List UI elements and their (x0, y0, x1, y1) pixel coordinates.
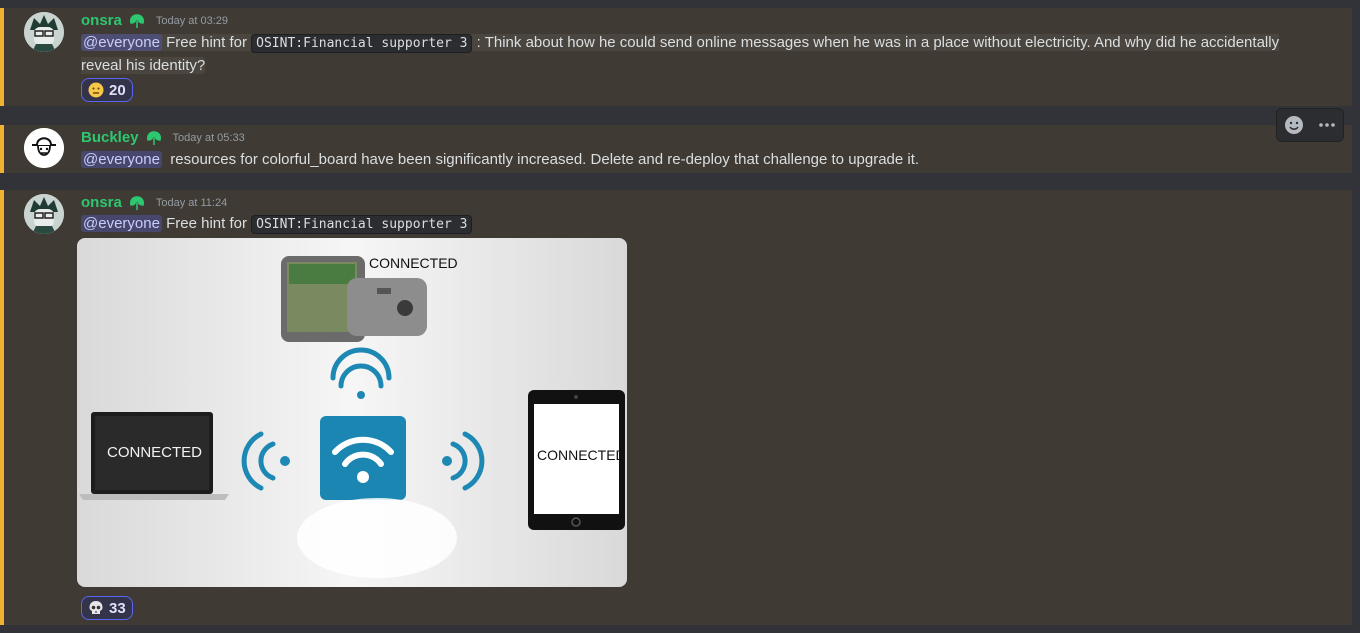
server-booster-icon (129, 13, 144, 28)
more-options-icon[interactable] (1315, 113, 1339, 137)
server-booster-icon (129, 195, 144, 210)
timestamp: Today at 05:33 (172, 131, 245, 144)
reaction-count: 33 (109, 599, 126, 617)
avatar[interactable] (24, 194, 64, 234)
everyone-mention[interactable]: @everyone (81, 151, 162, 168)
timestamp: Today at 11:24 (155, 196, 228, 209)
avatar[interactable] (24, 128, 64, 168)
inline-code: OSINT:Financial supporter 3 (251, 34, 473, 53)
router-icon (320, 416, 406, 500)
message-text: Free hint for (166, 34, 247, 51)
everyone-mention[interactable]: @everyone (81, 34, 162, 51)
message-onsra-1: onsra Today at 03:29 @everyone Free hint… (0, 8, 1352, 106)
avatar[interactable] (24, 12, 64, 52)
add-reaction-icon[interactable] (1282, 113, 1306, 137)
message-text: reveal his identity? (81, 57, 206, 74)
tablet-connected-label: CONNECTED (537, 447, 626, 463)
inline-code: OSINT:Financial supporter 3 (251, 215, 473, 234)
message-text: Free hint for (166, 215, 247, 232)
skull-icon (89, 601, 103, 614)
laptop-connected-label: CONNECTED (107, 444, 202, 461)
username[interactable]: onsra (81, 194, 122, 211)
neutral-face-icon (88, 82, 104, 98)
message-text: resources for colorful_board have been s… (170, 151, 920, 168)
message-body: @everyone Free hint for OSINT:Financial … (81, 34, 1280, 74)
reaction-skull[interactable]: 33 (81, 596, 133, 620)
server-booster-icon (146, 130, 161, 145)
wifi-signal-right-icon (442, 431, 485, 491)
message-buckley: Buckley Today at 05:33 @everyone resourc… (0, 125, 1352, 173)
wifi-signal-icon (330, 347, 392, 399)
everyone-mention[interactable]: @everyone (81, 215, 162, 232)
phone-connected-label: CONNECTED (369, 255, 458, 271)
wifi-signal-left-icon (241, 431, 290, 491)
message-text: : Think about how he could send online m… (476, 34, 1280, 51)
timestamp: Today at 03:29 (155, 14, 229, 27)
username[interactable]: Buckley (81, 129, 139, 146)
username[interactable]: onsra (81, 12, 122, 29)
image-attachment[interactable]: CONNECTED CONNECTED CONNECTED (77, 238, 627, 587)
reaction-neutral-face[interactable]: 20 (81, 78, 133, 102)
message-actions-bar (1276, 108, 1344, 142)
reaction-count: 20 (109, 81, 126, 99)
